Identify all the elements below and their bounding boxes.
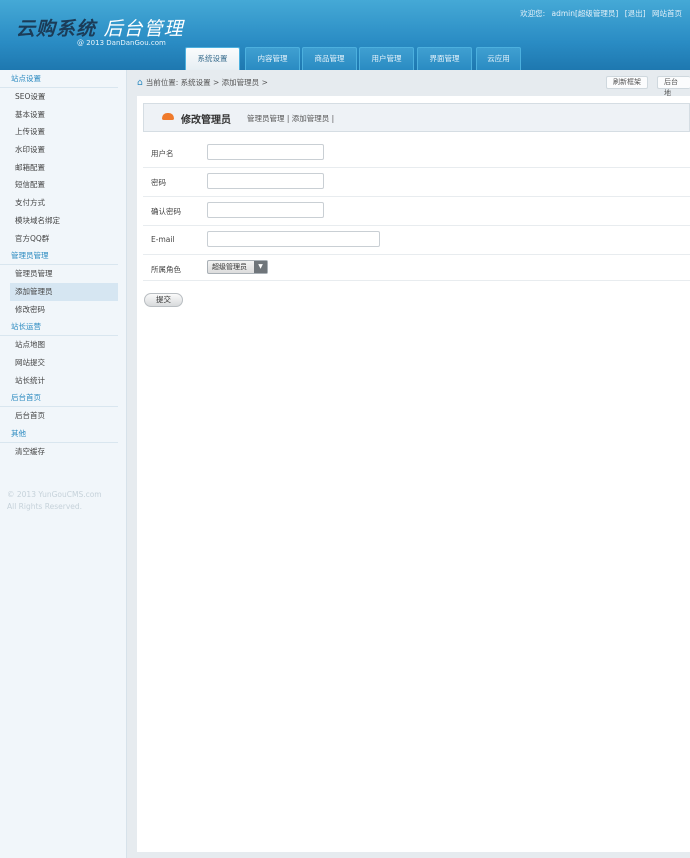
sidebar: 站点设置 SEO设置 基本设置 上传设置 水印设置 邮箱配置 短信配置 支付方式… [0, 70, 127, 858]
user-role: [超级管理员] [575, 9, 619, 18]
sidebar-group: 站点设置 [0, 70, 118, 88]
panel-links[interactable]: 管理员管理 | 添加管理员 | [247, 113, 334, 124]
footer-copyright: © 2013 YunGouCMS.com [7, 489, 102, 499]
breadcrumb-text: 当前位置: 系统设置 > 添加管理员 > [145, 78, 268, 87]
form-row-email: E-mail [143, 226, 690, 255]
tab-interface[interactable]: 界面管理 [417, 47, 472, 70]
sidebar-item-active[interactable]: 添加管理员 [10, 282, 118, 301]
sidebar-item[interactable]: 清空缓存 [0, 443, 126, 461]
sidebar-item[interactable]: 模块域名绑定 [0, 212, 126, 230]
tab-system-settings[interactable]: 系统设置 [185, 47, 240, 70]
sidebar-item[interactable]: 支付方式 [0, 194, 126, 212]
refresh-frame-button[interactable]: 刷新框架 [606, 76, 648, 89]
panel-title: 修改管理员 [181, 115, 231, 126]
logout-link[interactable]: [退出] [625, 9, 646, 18]
home-icon[interactable]: ⌂ [137, 78, 143, 88]
role-select[interactable]: 超级管理员 ▼ [207, 260, 268, 274]
password-input[interactable] [207, 173, 324, 189]
tab-content[interactable]: 内容管理 [245, 47, 300, 70]
backend-map-button[interactable]: 后台地 [657, 76, 690, 97]
footer-rights: All Rights Reserved. [7, 501, 83, 511]
logo-copyright: @ 2013 DanDanGou.com [77, 39, 166, 47]
welcome-text: 欢迎您: [520, 9, 546, 18]
breadcrumb: ⌂ 当前位置: 系统设置 > 添加管理员 > [137, 77, 268, 88]
sidebar-item[interactable]: 站长统计 [0, 372, 126, 390]
confirm-password-input[interactable] [207, 202, 324, 218]
sidebar-item[interactable]: 上传设置 [0, 123, 126, 141]
site-home-link[interactable]: 网站首页 [652, 9, 682, 18]
sidebar-item[interactable]: 短信配置 [0, 176, 126, 194]
form-row-password: 密码 [143, 168, 690, 197]
form-row-confirm: 确认密码 [143, 197, 690, 226]
sidebar-group: 管理员管理 [0, 247, 118, 266]
submit-button[interactable]: 提交 [144, 293, 183, 307]
panel-header: 修改管理员 管理员管理 | 添加管理员 | [143, 103, 690, 132]
sidebar-group: 其他 [0, 425, 118, 443]
cloud-icon [162, 113, 174, 120]
tab-cloud-apps[interactable]: 云应用 [476, 47, 521, 70]
sidebar-item[interactable]: 网站提交 [0, 354, 126, 372]
email-input[interactable] [207, 231, 380, 247]
username-label: 用户名 [151, 149, 174, 158]
form-row-role: 所属角色 超级管理员 ▼ [143, 255, 690, 281]
chevron-down-icon: ▼ [254, 261, 267, 273]
sidebar-group: 后台首页 [0, 389, 118, 408]
sidebar-footer: © 2013 YunGouCMS.com All Rights Reserved… [7, 489, 126, 513]
username: admin [551, 9, 576, 18]
sidebar-item[interactable]: 基本设置 [0, 106, 126, 124]
sidebar-item[interactable]: 修改密码 [0, 301, 126, 319]
sidebar-item[interactable]: SEO设置 [0, 88, 126, 106]
sidebar-group: 站长运营 [0, 318, 118, 337]
tab-products[interactable]: 商品管理 [302, 47, 357, 70]
confirm-password-label: 确认密码 [151, 207, 181, 216]
main-area: ⌂ 当前位置: 系统设置 > 添加管理员 > 刷新框架 后台地 修改管理员 管理员… [127, 70, 690, 858]
sidebar-item[interactable]: 水印设置 [0, 141, 126, 159]
sidebar-item[interactable]: 官方QQ群 [0, 230, 126, 248]
form-row-username: 用户名 [143, 139, 690, 168]
password-label: 密码 [151, 178, 166, 187]
username-input[interactable] [207, 144, 324, 160]
header: 云购系统 后台管理 @ 2013 DanDanGou.com 欢迎您: admi… [0, 0, 690, 70]
sidebar-item[interactable]: 邮箱配置 [0, 159, 126, 177]
user-bar: 欢迎您: admin[超级管理员] [退出] 网站首页 [516, 8, 682, 19]
email-label: E-mail [151, 235, 175, 244]
sidebar-item[interactable]: 后台首页 [0, 407, 126, 425]
role-label: 所属角色 [151, 265, 181, 274]
logo: 云购系统 后台管理 [16, 18, 184, 40]
sidebar-item[interactable]: 站点地图 [0, 336, 126, 354]
sidebar-item[interactable]: 管理员管理 [0, 265, 126, 283]
tab-users[interactable]: 用户管理 [359, 47, 414, 70]
content-panel: 修改管理员 管理员管理 | 添加管理员 | 用户名 密码 确认密码 E-mail… [137, 96, 690, 852]
role-select-value: 超级管理员 [212, 263, 247, 271]
